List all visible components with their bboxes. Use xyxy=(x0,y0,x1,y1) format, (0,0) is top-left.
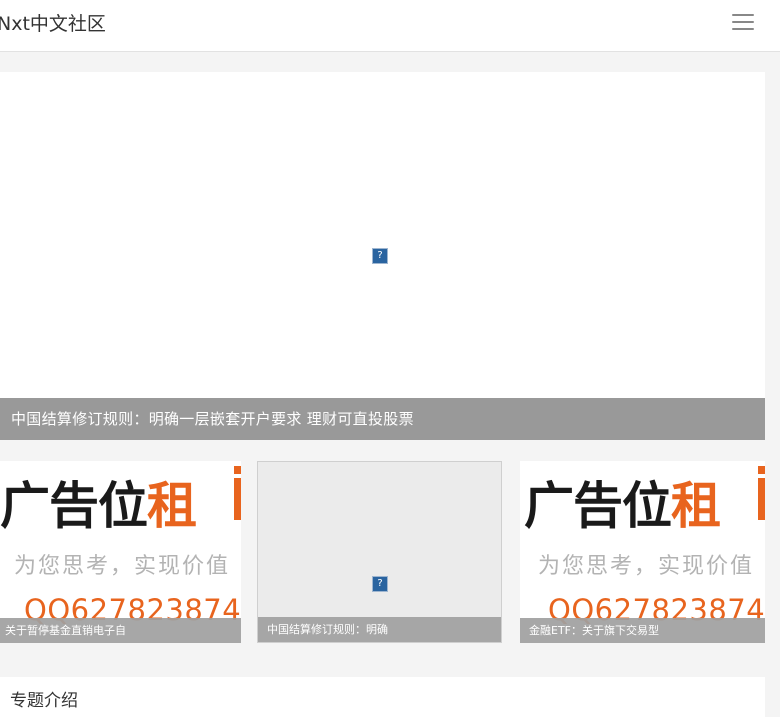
site-brand[interactable]: Nxt中文社区 xyxy=(0,9,106,36)
hero-caption[interactable]: 中国结算修订规则：明确一层嵌套开户要求 理财可直投股票 xyxy=(0,398,765,440)
section-title: 专题介绍 xyxy=(10,691,78,711)
ad-decoration xyxy=(758,478,765,520)
news-card-2[interactable]: ? 中国结算修订规则：明确 xyxy=(257,461,502,643)
card-caption[interactable]: 中国结算修订规则：明确 xyxy=(258,617,501,642)
ad-title-accent: 租 xyxy=(147,476,197,535)
news-card-1[interactable]: 广告位租 为您思考，实现价值 QQ627823874 关于暂停基金直销电子自 xyxy=(0,461,241,643)
ad-slogan: 为您思考，实现价值 xyxy=(14,554,231,579)
ad-slogan: 为您思考，实现价值 xyxy=(538,554,755,579)
ad-decoration xyxy=(234,466,241,474)
ad-title-dark: 广告位 xyxy=(0,476,148,535)
card-caption[interactable]: 关于暂停基金直销电子自 xyxy=(0,618,241,643)
topic-section: 专题介绍 xyxy=(0,677,765,717)
broken-image-icon: ? xyxy=(372,576,388,592)
ad-title-dark: 广告位 xyxy=(524,476,672,535)
ad-title: 广告位租 xyxy=(0,467,197,545)
ad-title-accent: 租 xyxy=(671,476,721,535)
broken-image-icon: ? xyxy=(372,248,388,264)
ad-title: 广告位租 xyxy=(524,467,721,545)
hero-banner[interactable]: ? 中国结算修订规则：明确一层嵌套开户要求 理财可直投股票 xyxy=(0,72,765,440)
card-caption[interactable]: 金融ETF：关于旗下交易型 xyxy=(520,618,765,643)
ad-decoration xyxy=(758,466,765,474)
news-card-3[interactable]: 广告位租 为您思考，实现价值 QQ627823874 金融ETF：关于旗下交易型 xyxy=(520,461,765,643)
hamburger-menu-icon[interactable] xyxy=(722,8,764,36)
top-navbar: Nxt中文社区 xyxy=(0,0,780,52)
ad-decoration xyxy=(234,478,241,520)
